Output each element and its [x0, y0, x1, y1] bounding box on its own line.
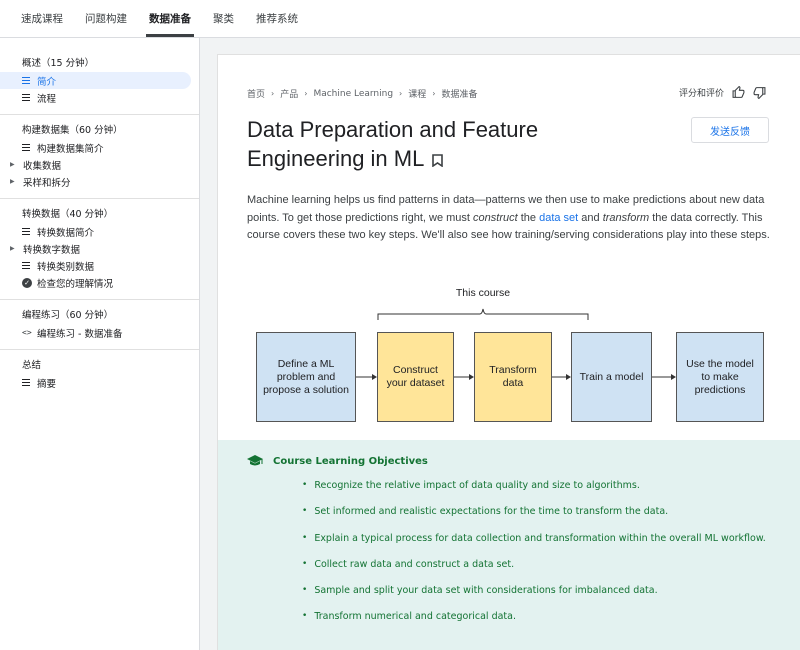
breadcrumb-home[interactable]: 首页	[247, 87, 265, 100]
sidebar-item-label: 收集数据	[23, 160, 62, 172]
lines-icon	[22, 144, 34, 151]
sidebar-item-process[interactable]: 流程	[0, 89, 199, 106]
lines-icon	[22, 228, 34, 235]
sidebar-item-collect-data[interactable]: ▶ 收集数据	[0, 156, 199, 173]
list-item: Transform numerical and categorical data…	[302, 611, 766, 637]
rating-label: 评分和评价	[678, 89, 724, 99]
expand-arrow-icon[interactable]: ▶	[10, 178, 20, 185]
sidebar-item-sampling[interactable]: ▶ 采样和拆分	[0, 173, 199, 190]
objectives-heading-text: Course Learning Objectives	[273, 455, 428, 467]
lines-icon	[22, 262, 34, 269]
breadcrumb-ml[interactable]: Machine Learning	[313, 89, 393, 99]
sidebar-item-build-intro[interactable]: 构建数据集简介	[0, 139, 199, 156]
chevron-right-icon: ›	[432, 89, 436, 98]
sidebar-item-label: 检查您的理解情况	[37, 278, 114, 290]
learning-objectives-panel: Course Learning Objectives Recognize the…	[218, 440, 800, 650]
chevron-right-icon: ›	[271, 89, 275, 98]
breadcrumb-products[interactable]: 产品	[280, 87, 298, 100]
sidebar-item-label: 转换数字数据	[23, 244, 81, 256]
intro-emphasis: transform	[602, 211, 650, 224]
tab-recommendation[interactable]: 推荐系统	[245, 0, 309, 37]
step-construct-dataset: Construct your dataset	[377, 332, 454, 422]
workflow-diagram: This course Define a ML problem and prop…	[254, 287, 774, 427]
sidebar-section-title: 总结	[22, 360, 42, 371]
send-feedback-button[interactable]: 发送反馈	[691, 117, 769, 143]
list-item: Recognize the relative impact of data qu…	[302, 480, 766, 506]
chevron-right-icon: ›	[304, 89, 308, 98]
sidebar-item-label: 流程	[37, 93, 57, 105]
list-item: Collect raw data and construct a data se…	[302, 559, 766, 585]
sidebar-section-title: 构建数据集（60 分钟）	[22, 125, 123, 136]
step-transform-data: Transform data	[474, 332, 552, 422]
top-nav: 速成课程 问题构建 数据准备 聚类 推荐系统	[0, 0, 800, 38]
sidebar-section-build-dataset: 构建数据集（60 分钟） 构建数据集简介 ▶ 收集数据 ▶ 采样和拆分	[0, 115, 199, 199]
sidebar-item-intro[interactable]: 简介	[0, 72, 191, 89]
sidebar-section-summary: 总结 摘要	[0, 350, 199, 399]
bookmark-icon[interactable]	[432, 153, 444, 167]
sidebar-section-transform: 转换数据（40 分钟） 转换数据简介 ▶ 转换数字数据 转换类别数据 ✓ 检查您的理…	[0, 199, 199, 300]
sidebar-item-label: 构建数据集简介	[37, 143, 104, 155]
intro-text: the	[517, 211, 540, 224]
breadcrumb: 首页 › 产品 › Machine Learning › 课程 › 数据准备	[247, 87, 477, 101]
sidebar-item-label: 摘要	[37, 378, 57, 390]
code-icon: <>	[22, 328, 32, 337]
sidebar-item-label: 简介	[37, 76, 57, 88]
sidebar-section-overview: 概述（15 分钟） 简介 流程	[0, 48, 199, 115]
tab-crash-course[interactable]: 速成课程	[10, 0, 74, 37]
step-define-problem: Define a ML problem and propose a soluti…	[256, 332, 356, 422]
objectives-heading: Course Learning Objectives	[247, 455, 428, 467]
intro-emphasis: construct	[473, 211, 518, 224]
intro-text: and	[578, 211, 603, 224]
expand-arrow-icon[interactable]: ▶	[10, 245, 20, 252]
check-circle-icon: ✓	[22, 277, 34, 288]
intro-paragraph: Machine learning helps us find patterns …	[247, 192, 777, 245]
sidebar-section-title: 概述（15 分钟）	[22, 58, 95, 69]
sidebar-item-categorical[interactable]: 转换类别数据	[0, 257, 199, 274]
list-item: Sample and split your data set with cons…	[302, 585, 766, 611]
tab-data-prep[interactable]: 数据准备	[138, 0, 202, 37]
step-train-model: Train a model	[571, 332, 652, 422]
sidebar: 概述（15 分钟） 简介 流程 构建数据集（60 分钟） 构建数据集简介 ▶ 收集…	[0, 38, 200, 650]
tab-problem-framing[interactable]: 问题构建	[74, 0, 138, 37]
sidebar-item-numeric[interactable]: ▶ 转换数字数据	[0, 240, 199, 257]
sidebar-item-label: 编程练习 - 数据准备	[37, 328, 123, 340]
content-card: 首页 › 产品 › Machine Learning › 课程 › 数据准备 评分和评价…	[217, 54, 800, 650]
breadcrumb-data-prep[interactable]: 数据准备	[441, 87, 477, 100]
sidebar-item-label: 采样和拆分	[23, 177, 71, 189]
page-title: Data Preparation and Feature Engineering…	[247, 115, 647, 173]
list-item: Set informed and realistic expectations …	[302, 506, 766, 532]
chevron-right-icon: ›	[399, 89, 403, 98]
list-item: Explain a typical process for data colle…	[302, 533, 765, 559]
sidebar-item-summary[interactable]: 摘要	[0, 374, 199, 391]
sidebar-item-transform-intro[interactable]: 转换数据简介	[0, 223, 199, 240]
sidebar-item-exercise[interactable]: <> 编程练习 - 数据准备	[0, 324, 199, 341]
sidebar-section-title: 编程练习（60 分钟）	[22, 310, 114, 321]
sidebar-section-exercise: 编程练习（60 分钟） <> 编程练习 - 数据准备	[0, 300, 199, 350]
sidebar-item-label: 转换类别数据	[37, 261, 95, 273]
sidebar-item-check-understanding[interactable]: ✓ 检查您的理解情况	[0, 274, 199, 291]
lines-icon	[22, 94, 34, 101]
expand-arrow-icon[interactable]: ▶	[10, 161, 20, 168]
rating-area: 评分和评价	[679, 86, 766, 99]
graduation-cap-icon	[247, 455, 263, 466]
breadcrumb-courses[interactable]: 课程	[408, 87, 426, 100]
data-set-link[interactable]: data set	[539, 212, 578, 224]
tab-clustering[interactable]: 聚类	[202, 0, 245, 37]
step-use-model: Use the model to make predictions	[676, 332, 764, 422]
sidebar-item-label: 转换数据简介	[37, 227, 95, 239]
sidebar-section-title: 转换数据（40 分钟）	[22, 209, 114, 220]
lines-icon	[22, 379, 34, 386]
lines-icon	[22, 77, 34, 84]
thumb-up-icon[interactable]	[732, 86, 745, 99]
objectives-list: Recognize the relative impact of data qu…	[302, 480, 766, 638]
thumb-down-icon[interactable]	[753, 86, 766, 99]
page-title-text: Data Preparation and Feature Engineering…	[247, 117, 539, 171]
